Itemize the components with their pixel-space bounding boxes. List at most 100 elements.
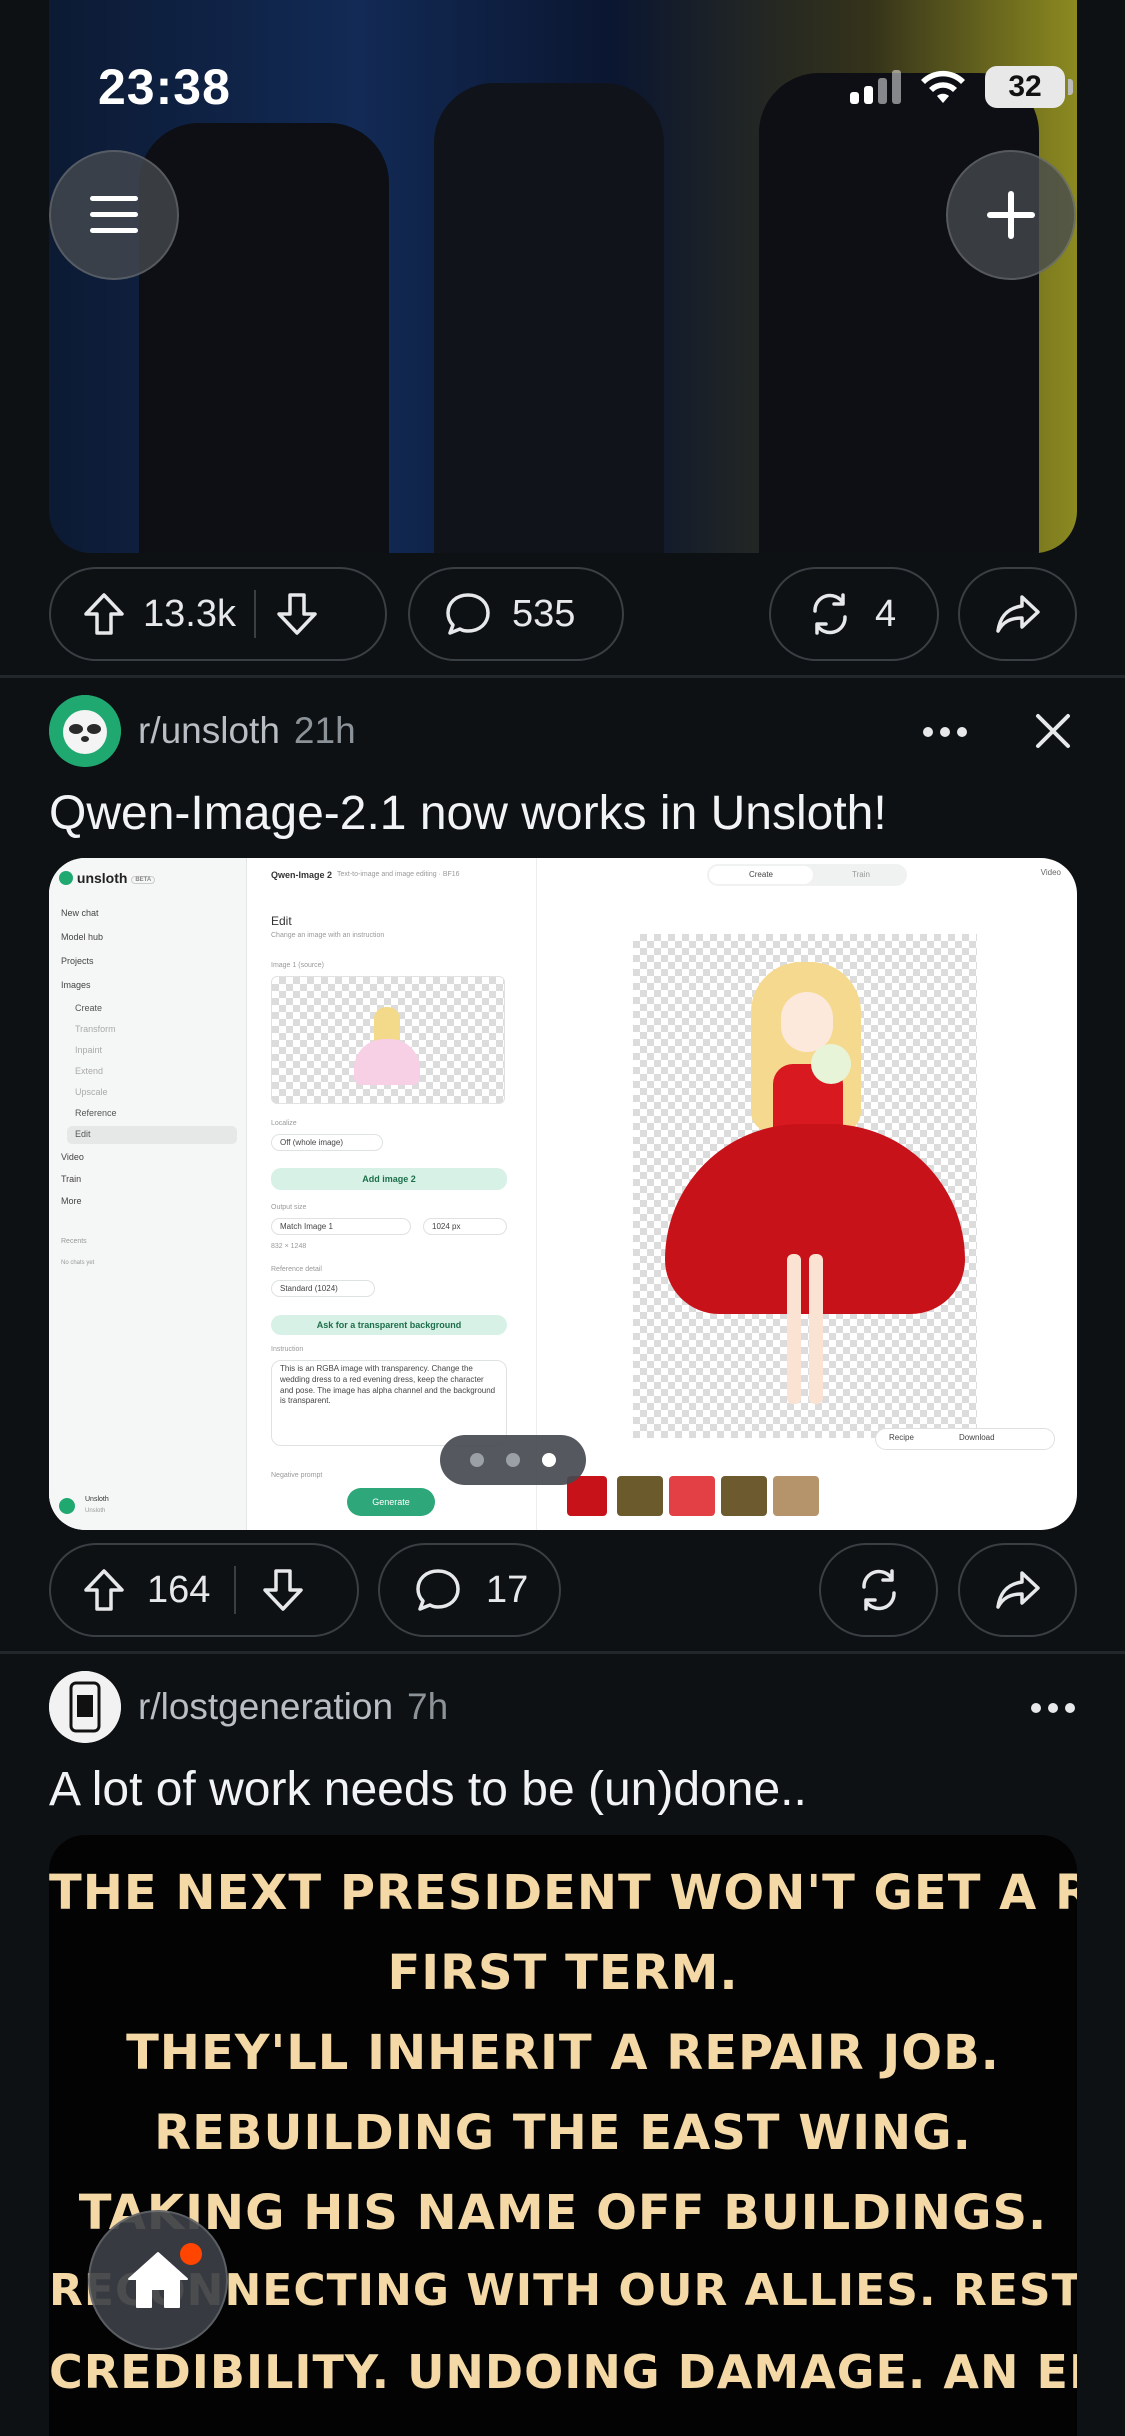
create-post-button[interactable] [946,150,1076,280]
post-image[interactable]: THE NEXT PRESIDENT WON'T GET A REAL FIRS… [49,1835,1077,2436]
sidebar-item: Train [61,1174,82,1184]
sidebar-item: Model hub [61,932,104,942]
more-icon [1031,1703,1075,1713]
history-thumb [617,1476,663,1516]
output-panel: Create Train Video Recipe Download [537,858,1077,1530]
sidebar-item: Create [75,1003,103,1013]
crosspost-button[interactable] [819,1543,938,1637]
user-avatar [59,1498,75,1514]
subreddit-line: r/unsloth 21h [138,710,356,752]
home-button[interactable] [88,2210,228,2350]
sidebar-item: Extend [75,1066,104,1076]
source-image [271,976,505,1104]
post-options-button[interactable] [1028,1686,1078,1735]
subreddit-name[interactable]: r/lostgeneration [138,1686,393,1727]
upvote-icon[interactable] [81,591,127,637]
output-label: Output size [271,1204,307,1211]
sloth-logo-icon [49,695,121,767]
localize-select: Off (whole image) [271,1134,383,1151]
instruction-label: Instruction [271,1346,304,1353]
subreddit-name[interactable]: r/unsloth [138,710,280,751]
post-age: 7h [407,1686,449,1727]
sidebar-item: More [61,1196,82,1206]
comment-count: 535 [512,592,576,635]
carousel-dot [470,1453,484,1467]
localize-label: Localize [271,1120,297,1127]
reference-select: Standard (1024) [271,1280,375,1297]
subreddit-avatar[interactable] [49,1671,121,1743]
downvote-icon[interactable] [274,591,320,637]
active-item-highlight [67,1126,237,1144]
image-text-line: THE NEXT PRESIDENT WON'T GET A REAL [49,1865,1077,1921]
status-time: 23:38 [98,59,231,115]
share-icon [995,1571,1040,1609]
image-text-line: CREDIBILITY. UNDOING DAMAGE. AN ENTIRE [49,2345,1077,2399]
post-image-carousel[interactable]: unsloth BETA New chat Model hub Projects… [49,858,1077,1530]
post-title[interactable]: Qwen-Image-2.1 now works in Unsloth! [49,786,887,841]
recents-empty: No chats yet [61,1260,95,1266]
sidebar-item: Images [61,980,91,990]
carousel-dot-active [542,1453,556,1467]
sidebar-item: Video [61,1152,84,1162]
output-select: Match Image 1 [271,1218,411,1235]
sidebar-item: Projects [61,956,94,966]
negative-prompt-label: Negative prompt [271,1472,323,1479]
tab-train: Train [852,870,870,879]
recipe-button: Recipe [889,1433,914,1442]
user-name: Unsloth [85,1496,109,1503]
app-sidebar: unsloth BETA New chat Model hub Projects… [49,858,247,1530]
history-thumb [567,1476,607,1516]
carousel-indicator [440,1435,586,1485]
comment-count: 17 [486,1568,529,1611]
video-link: Video [1040,868,1061,877]
share-button[interactable] [958,567,1077,661]
cellular-signal-icon [850,70,901,104]
menu-button[interactable] [49,150,179,280]
image-text-line: THEY'LL INHERIT A REPAIR JOB. [126,2025,1000,2081]
post-divider [0,1651,1125,1654]
image-text-line: FIRST TERM. [387,1945,739,2001]
plus-icon [987,191,1035,239]
sidebar-item: Inpaint [75,1045,103,1055]
generate-button: Generate [347,1488,435,1516]
share-icon [995,595,1040,633]
downvote-icon[interactable] [260,1567,306,1613]
image-text-line: REBUILDING THE EAST WING. [154,2105,972,2161]
model-subtitle: Text-to-image and image editing · BF16 [337,871,460,878]
upvote-count: 13.3k [143,592,236,635]
post-age: 21h [293,710,356,751]
subreddit-avatar[interactable] [49,695,121,767]
history-thumb [773,1476,819,1516]
comments-button[interactable]: 17 [378,1543,561,1637]
comments-button[interactable]: 535 [408,567,624,661]
crosspost-button[interactable]: 4 [769,567,939,661]
post-title[interactable]: A lot of work needs to be (un)done.. [49,1762,807,1817]
raised-fist-logo-icon [49,1671,121,1743]
edit-title: Edit [271,914,292,928]
crosspost-icon [861,1569,896,1611]
output-px-select: 1024 px [423,1218,507,1235]
app-logo: unsloth BETA [59,870,156,886]
recents-label: Recents [61,1238,87,1245]
sidebar-item: Edit [75,1129,91,1139]
add-image-button: Add image 2 [271,1168,507,1190]
user-sub: Unsloth [85,1508,106,1514]
source-label: Image 1 (source) [271,962,324,969]
sidebar-item: Reference [75,1108,117,1118]
vote-bar: 13.3k [49,567,387,661]
menu-icon [90,196,138,233]
notification-dot [180,2243,202,2265]
sidebar-item: Transform [75,1024,116,1034]
share-button[interactable] [958,1543,1077,1637]
edit-subtitle: Change an image with an instruction [271,932,385,939]
wifi-icon [921,70,965,103]
instruction-textarea: This is an RGBA image with transparency.… [271,1360,507,1446]
post-options-button[interactable] [920,710,970,759]
hide-post-button[interactable] [1032,710,1074,757]
model-title: Qwen-Image 2 [271,870,333,880]
tab-create: Create [709,866,813,884]
output-dims: 832 × 1248 [271,1243,307,1250]
upvote-icon[interactable] [81,1567,127,1613]
edit-panel: Qwen-Image 2 Text-to-image and image edi… [247,858,537,1530]
comment-icon [446,593,490,635]
